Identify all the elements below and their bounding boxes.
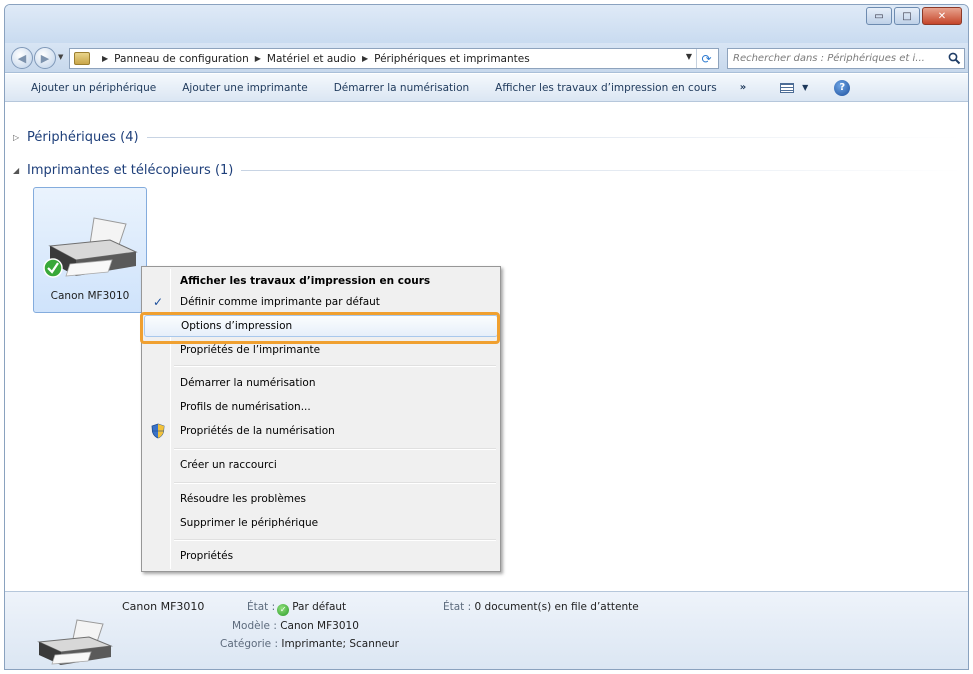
more-commands-button[interactable]: » bbox=[730, 82, 756, 93]
expand-arrow-icon: ▷ bbox=[13, 133, 20, 142]
detail-model-row: Modèle : Canon MF3010 bbox=[232, 620, 359, 632]
maximize-button[interactable]: □ bbox=[894, 7, 920, 25]
help-icon[interactable]: ? bbox=[834, 79, 851, 96]
menu-separator bbox=[174, 365, 496, 367]
menu-item-label: Définir comme imprimante par défaut bbox=[180, 296, 380, 308]
detail-device-name: Canon MF3010 bbox=[122, 600, 205, 613]
search-placeholder: Rechercher dans : Périphériques et i... bbox=[733, 53, 925, 64]
breadcrumb-control-panel[interactable]: Panneau de configuration bbox=[114, 53, 249, 65]
group-header-printers[interactable]: ◢ Imprimantes et télécopieurs (1) bbox=[13, 163, 963, 178]
detail-category-label: Catégorie : bbox=[220, 638, 279, 650]
breadcrumb-devices-printers[interactable]: Périphériques et imprimantes bbox=[374, 53, 530, 65]
menu-item-scan-properties[interactable]: Propriétés de la numérisation bbox=[144, 420, 498, 442]
detail-category-value: Imprimante; Scanneur bbox=[281, 638, 399, 650]
menu-separator bbox=[174, 539, 496, 541]
detail-model-label: Modèle : bbox=[232, 620, 277, 632]
breadcrumb-arrow-icon: ▶ bbox=[254, 54, 261, 63]
menu-item-start-scan[interactable]: Démarrer la numérisation bbox=[144, 372, 498, 394]
close-button[interactable]: ✕ bbox=[922, 7, 962, 25]
detail-queue-row: État : 0 document(s) en file d’attente bbox=[443, 601, 639, 613]
address-dropdown-icon[interactable]: ▼ bbox=[686, 52, 692, 61]
printer-icon bbox=[37, 619, 113, 665]
search-icon[interactable] bbox=[948, 52, 961, 65]
menu-item-see-print-jobs[interactable]: Afficher les travaux d’impression en cou… bbox=[144, 270, 498, 292]
breadcrumb-arrow-icon: ▶ bbox=[361, 54, 369, 63]
device-tile-canon-mf3010[interactable]: Canon MF3010 bbox=[33, 187, 147, 313]
shield-icon bbox=[151, 423, 165, 439]
group-header-devices[interactable]: ▷ Périphériques (4) bbox=[13, 130, 963, 145]
detail-state-row: État : ✓ Par défaut bbox=[247, 601, 346, 616]
group-divider bbox=[146, 137, 963, 138]
menu-item-printing-preferences[interactable]: Options d’impression bbox=[144, 315, 498, 337]
detail-state-label: État : bbox=[247, 601, 276, 613]
breadcrumb-hardware-sound[interactable]: Matériel et audio bbox=[267, 53, 356, 65]
details-pane: Canon MF3010 État : ✓ Par défaut État : 0 … bbox=[5, 591, 968, 669]
forward-button[interactable]: ▶ bbox=[34, 47, 56, 69]
menu-item-label: Propriétés bbox=[180, 550, 234, 562]
change-view-button[interactable]: ▼ bbox=[780, 82, 809, 93]
group-title-printers: Imprimantes et télécopieurs (1) bbox=[27, 163, 234, 178]
chevron-down-icon: ▼ bbox=[802, 83, 809, 92]
search-input[interactable]: Rechercher dans : Périphériques et i... bbox=[727, 48, 965, 69]
detail-queue-label: État : bbox=[443, 601, 472, 613]
menu-item-label: Profils de numérisation... bbox=[180, 401, 311, 413]
menu-item-label: Créer un raccourci bbox=[180, 459, 277, 471]
group-divider bbox=[241, 170, 963, 171]
menu-item-create-shortcut[interactable]: Créer un raccourci bbox=[144, 454, 498, 476]
breadcrumb-arrow-icon: ▶ bbox=[102, 54, 109, 63]
detail-queue-value: 0 document(s) en file d’attente bbox=[474, 601, 639, 613]
view-icon bbox=[780, 82, 795, 93]
menu-separator bbox=[174, 448, 496, 450]
detail-state-value: Par défaut bbox=[292, 601, 347, 613]
menu-item-scan-profiles[interactable]: Profils de numérisation... bbox=[144, 396, 498, 418]
menu-item-label: Options d’impression bbox=[181, 320, 293, 332]
check-icon: ✓ bbox=[152, 295, 164, 309]
address-bar[interactable]: ▶ Panneau de configuration ▶ Matériel et… bbox=[69, 48, 719, 69]
default-check-icon: ✓ bbox=[277, 604, 290, 616]
menu-item-remove-device[interactable]: Supprimer le périphérique bbox=[144, 512, 498, 534]
minimize-button[interactable]: ▭ bbox=[866, 7, 892, 25]
see-print-jobs-button[interactable]: Afficher les travaux d’impression en cou… bbox=[482, 74, 730, 101]
context-menu: Afficher les travaux d’impression en cou… bbox=[141, 266, 501, 572]
command-bar: Ajouter un périphérique Ajouter une impr… bbox=[5, 74, 968, 102]
menu-item-label: Afficher les travaux d’impression en cou… bbox=[180, 275, 431, 287]
add-device-button[interactable]: Ajouter un périphérique bbox=[5, 74, 169, 101]
menu-item-troubleshoot[interactable]: Résoudre les problèmes bbox=[144, 488, 498, 510]
title-bar: ▭ □ ✕ bbox=[5, 5, 968, 43]
menu-item-label: Propriétés de l’imprimante bbox=[180, 344, 321, 356]
detail-model-value: Canon MF3010 bbox=[280, 620, 359, 632]
menu-item-label: Supprimer le périphérique bbox=[180, 517, 319, 529]
menu-item-set-default-printer[interactable]: ✓ Définir comme imprimante par défaut bbox=[144, 291, 498, 313]
menu-item-label: Démarrer la numérisation bbox=[180, 377, 316, 389]
control-panel-icon bbox=[74, 52, 90, 65]
add-printer-button[interactable]: Ajouter une imprimante bbox=[169, 74, 320, 101]
back-button[interactable]: ◀ bbox=[11, 47, 33, 69]
menu-item-label: Résoudre les problèmes bbox=[180, 493, 306, 505]
menu-separator bbox=[174, 482, 496, 484]
menu-item-properties[interactable]: Propriétés bbox=[144, 545, 498, 567]
recent-pages-dropdown[interactable]: ▼ bbox=[58, 53, 63, 61]
device-name: Canon MF3010 bbox=[50, 290, 130, 302]
navigation-bar: ◀ ▶ ▼ ▶ Panneau de configuration ▶ Matér… bbox=[5, 43, 968, 73]
start-scan-button[interactable]: Démarrer la numérisation bbox=[321, 74, 482, 101]
refresh-icon[interactable]: ⟳ bbox=[696, 49, 716, 68]
printer-icon bbox=[43, 217, 138, 278]
window-controls: ▭ □ ✕ bbox=[866, 7, 962, 25]
group-title-devices: Périphériques (4) bbox=[27, 130, 139, 145]
detail-category-row: Catégorie : Imprimante; Scanneur bbox=[220, 638, 399, 650]
collapse-arrow-icon: ◢ bbox=[13, 166, 20, 175]
menu-item-printer-properties[interactable]: Propriétés de l’imprimante bbox=[144, 339, 498, 361]
menu-item-label: Propriétés de la numérisation bbox=[180, 425, 335, 437]
